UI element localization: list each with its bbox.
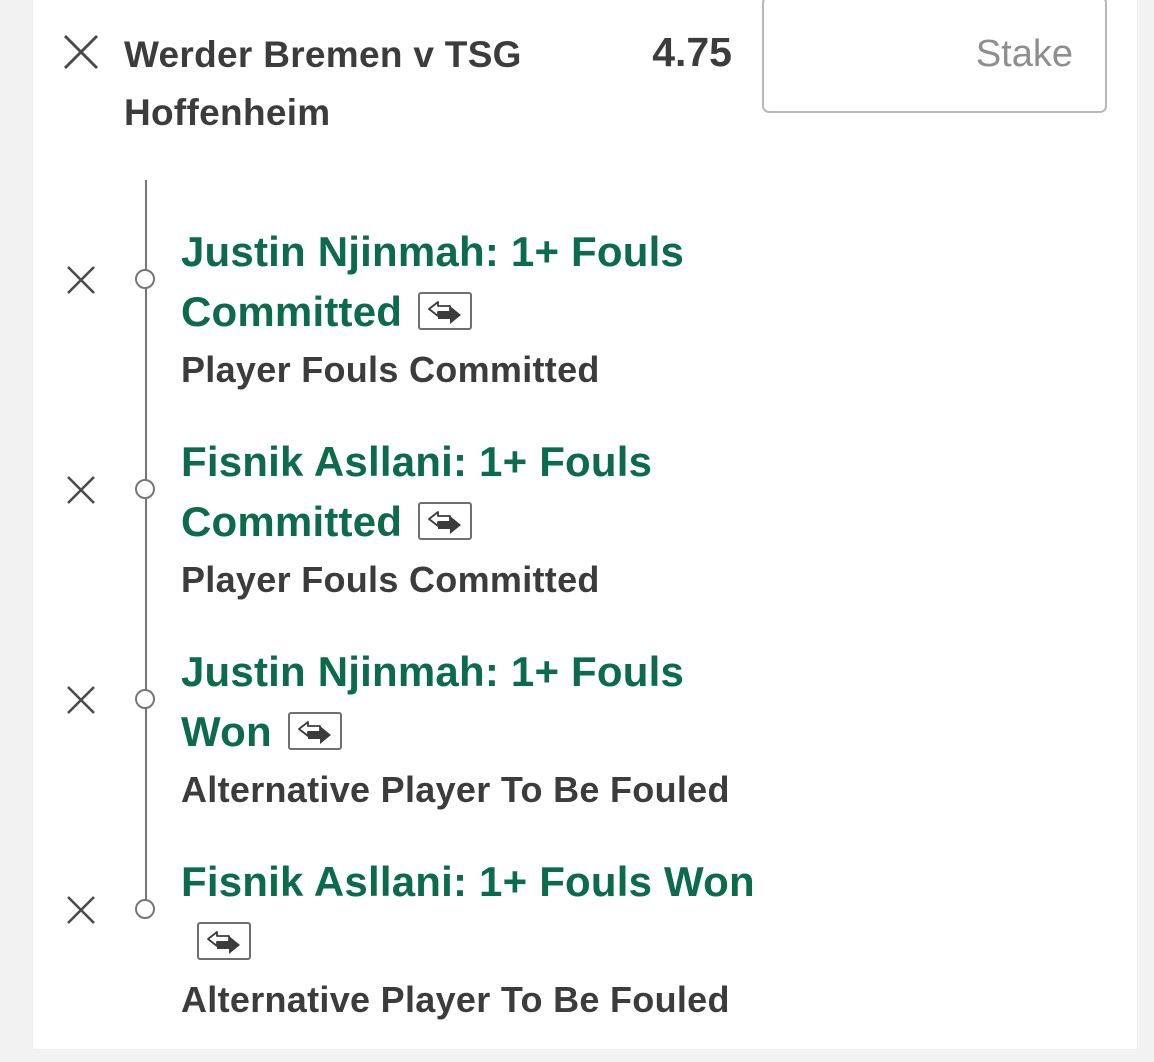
close-icon [67,476,95,504]
remove-leg-button[interactable] [61,260,101,300]
swap-arrows-icon [297,721,331,744]
leg-market: Player Fouls Committed [181,349,600,390]
close-icon [67,266,95,294]
timeline-dot [135,479,155,499]
leg-market: Player Fouls Committed [181,559,600,600]
timeline-dot [135,269,155,289]
bet-builder-leg: Fisnik Asllani: 1+ Fouls Won Alternative… [0,852,1154,1062]
swap-selection-button[interactable] [418,501,473,540]
leg-selection-text: Justin Njinmah: 1+ Fouls Won [181,648,685,755]
timeline-dot [135,689,155,709]
leg-selection: Fisnik Asllani: 1+ Fouls Won [181,852,761,972]
remove-leg-button[interactable] [61,680,101,720]
swap-arrows-icon [428,511,462,534]
bet-builder-leg: Justin Njinmah: 1+ Fouls Committed Playe… [0,222,1154,432]
swap-selection-button[interactable] [197,921,251,960]
remove-leg-button[interactable] [61,890,101,930]
leg-selection: Justin Njinmah: 1+ Fouls Committed [181,222,761,342]
leg-selection-text: Fisnik Asllani: 1+ Fouls Committed [181,438,653,545]
leg-selection: Fisnik Asllani: 1+ Fouls Committed [181,432,761,552]
bet-odds: 4.75 [652,29,732,75]
swap-arrows-icon [207,931,240,954]
bet-builder-leg: Justin Njinmah: 1+ Fouls Won Alternative… [0,642,1154,852]
close-icon [63,34,99,70]
match-title: Werder Bremen v TSG Hoffenheim [124,34,522,133]
leg-selection-text: Fisnik Asllani: 1+ Fouls Won [181,858,755,905]
leg-market: Alternative Player To Be Fouled [181,769,730,810]
close-icon [67,896,95,924]
swap-selection-button[interactable] [418,291,473,330]
stake-input[interactable] [762,0,1107,113]
bet-builder-leg: Fisnik Asllani: 1+ Fouls Committed Playe… [0,432,1154,642]
timeline-dot [135,899,155,919]
remove-bet-button[interactable] [61,32,101,72]
remove-leg-button[interactable] [61,470,101,510]
swap-selection-button[interactable] [287,711,342,750]
leg-selection: Justin Njinmah: 1+ Fouls Won [181,642,761,762]
swap-arrows-icon [428,301,462,324]
leg-market: Alternative Player To Be Fouled [181,979,730,1020]
close-icon [67,686,95,714]
